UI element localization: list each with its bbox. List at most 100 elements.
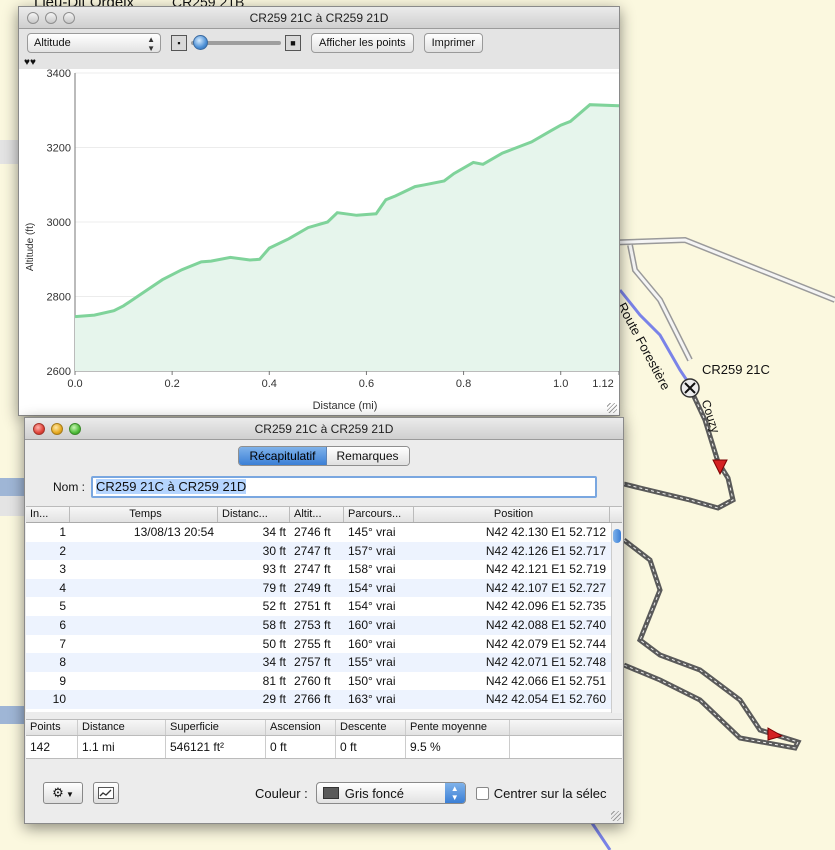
row-position: N42 42.126 E1 52.717 — [485, 543, 606, 558]
row-distance: 50 ft — [262, 636, 286, 651]
name-input-value: CR259 21C à CR259 21D — [96, 479, 247, 494]
center-on-selection-option[interactable]: Centrer sur la sélec — [475, 786, 606, 801]
summary-header-points: Points — [26, 720, 78, 735]
column-header-distance[interactable]: Distanc... — [218, 507, 290, 522]
elevation-profile-window: CR259 21C à CR259 21D Altitude ▲ ▼ ▪ ■ Af… — [18, 6, 620, 416]
tab-summary[interactable]: Récapitulatif — [239, 447, 327, 465]
row-altitude: 2746 ft — [294, 525, 331, 539]
table-row[interactable]: 7 50 ft 2755 ft 160° vrai N42 42.079 E1 52.7… — [26, 635, 622, 654]
table-row[interactable]: 10 29 ft 2766 ft 163° vrai N42 42.054 E1 52.… — [26, 690, 622, 709]
column-header-course[interactable]: Parcours... — [344, 507, 414, 522]
row-index: 5 — [59, 599, 66, 614]
close-icon[interactable] — [33, 423, 45, 435]
map-label-waypoint: CR259 21C — [702, 362, 770, 377]
zoom-icon[interactable] — [63, 12, 75, 24]
row-distance: 81 ft — [262, 673, 286, 688]
summary-value-avg-grade: 9.5 % — [406, 736, 510, 758]
row-altitude: 2757 ft — [294, 655, 331, 670]
summary-values: 142 1.1 mi 546121 ft² 0 ft 0 ft 9.5 % — [26, 736, 622, 758]
bottom-bar: ⚙ ▼ Couleur : Gris foncé ▲ ▼ Centrer sur … — [25, 773, 623, 813]
row-course: 154° vrai — [348, 599, 396, 614]
row-course: 155° vrai — [348, 655, 396, 670]
row-time: 13/08/13 20:54 — [133, 525, 214, 539]
row-altitude: 2751 ft — [294, 599, 331, 614]
zoom-icon[interactable] — [69, 423, 81, 435]
center-on-selection-checkbox[interactable] — [475, 786, 489, 800]
row-position: N42 42.066 E1 52.751 — [485, 673, 606, 688]
x-tick-label: 1.12 — [592, 378, 613, 390]
row-course: 145° vrai — [348, 525, 396, 539]
row-time — [70, 542, 218, 561]
field-select[interactable]: Altitude ▲ ▼ — [27, 33, 161, 53]
column-header-altitude[interactable]: Altit... — [290, 507, 344, 522]
row-time — [70, 579, 218, 598]
summary-table: Points Distance Superficie Ascension Des… — [26, 719, 622, 759]
print-button[interactable]: Imprimer — [423, 33, 484, 53]
summary-value-points: 142 — [26, 736, 78, 758]
tab-notes[interactable]: Remarques — [326, 447, 409, 465]
profile-titlebar[interactable]: CR259 21C à CR259 21D — [19, 7, 619, 29]
zoom-slider-track[interactable] — [191, 35, 281, 50]
elevation-chart-svg: 2600 2800 3000 3200 3400 0.0 0.2 0.4 0.6 0.8 1.0 1.… — [25, 68, 620, 412]
show-points-button[interactable]: Afficher les points — [311, 33, 414, 53]
table-row[interactable]: 5 52 ft 2751 ft 154° vrai N42 42.096 E1 52.7… — [26, 597, 622, 616]
summary-header-area: Superficie — [166, 720, 266, 735]
elevation-chart[interactable]: 2600 2800 3000 3200 3400 0.0 0.2 0.4 0.6 0.8 1.0 1.… — [19, 68, 620, 415]
row-course: 157° vrai — [348, 543, 396, 558]
row-distance: 52 ft — [262, 599, 286, 614]
track-points-table[interactable]: In... Temps Distanc... Altit... Parcours… — [26, 506, 622, 713]
row-course: 163° vrai — [348, 692, 396, 707]
row-position: N42 42.054 E1 52.760 — [485, 692, 606, 707]
x-tick-label: 1.0 — [553, 378, 568, 390]
summary-header-ascent: Ascension — [266, 720, 336, 735]
table-header: In... Temps Distanc... Altit... Parcours… — [26, 507, 622, 523]
column-header-time[interactable]: Temps — [70, 507, 218, 522]
profile-markers[interactable]: ♥♥ — [19, 57, 619, 69]
resize-handle-icon[interactable] — [607, 403, 617, 413]
track-window-title: CR259 21C à CR259 21D — [254, 422, 394, 436]
row-distance: 93 ft — [262, 562, 286, 577]
table-row[interactable]: 2 30 ft 2747 ft 157° vrai N42 42.126 E1 52.7… — [26, 541, 622, 561]
zoom-slider[interactable]: ▪ ■ — [171, 35, 301, 51]
summary-value-area: 546121 ft² — [166, 736, 266, 758]
close-icon[interactable] — [27, 12, 39, 24]
table-row[interactable]: 9 81 ft 2760 ft 150° vrai N42 42.066 E1 52.7… — [26, 672, 622, 691]
row-altitude: 2747 ft — [294, 543, 331, 558]
table-row[interactable]: 6 58 ft 2753 ft 160° vrai N42 42.088 E1 52.7… — [26, 615, 622, 635]
color-label: Couleur : — [255, 785, 308, 801]
scrollbar-thumb[interactable] — [613, 529, 621, 543]
column-header-position[interactable]: Position — [414, 507, 610, 522]
zoom-out-icon[interactable]: ▪ — [171, 35, 187, 51]
track-titlebar[interactable]: CR259 21C à CR259 21D — [25, 418, 623, 440]
minimize-icon[interactable] — [51, 423, 63, 435]
row-course: 154° vrai — [348, 580, 396, 595]
table-row[interactable]: 8 34 ft 2757 ft 155° vrai N42 42.071 E1 52.7… — [26, 653, 622, 672]
column-header-index[interactable]: In... — [26, 507, 70, 522]
gear-menu-button[interactable]: ⚙ ▼ — [43, 782, 83, 804]
zoom-in-icon[interactable]: ■ — [285, 35, 301, 51]
y-tick-label: 2600 — [47, 366, 71, 378]
x-tick-label: 0.0 — [67, 378, 82, 390]
zoom-slider-knob[interactable] — [193, 35, 208, 50]
y-tick-label: 3000 — [47, 217, 71, 229]
row-position: N42 42.088 E1 52.740 — [485, 617, 606, 632]
table-row[interactable]: 1 13/08/13 20:54 34 ft 2746 ft 145° vrai N42 … — [26, 523, 622, 542]
table-row[interactable]: 3 93 ft 2747 ft 158° vrai N42 42.121 E1 52.7… — [26, 560, 622, 579]
row-altitude: 2760 ft — [294, 673, 331, 688]
resize-handle-icon[interactable] — [611, 811, 621, 821]
row-index: 4 — [59, 580, 66, 595]
table-row[interactable]: 4 79 ft 2749 ft 154° vrai N42 42.107 E1 52.7… — [26, 578, 622, 598]
row-time — [70, 672, 218, 691]
minimize-icon[interactable] — [45, 12, 57, 24]
row-index: 8 — [59, 655, 66, 670]
color-select[interactable]: Gris foncé ▲ ▼ — [315, 782, 466, 804]
table-scrollbar[interactable] — [611, 523, 622, 713]
name-input[interactable]: CR259 21C à CR259 21D — [91, 476, 598, 498]
row-time — [70, 597, 218, 616]
row-time — [70, 616, 218, 635]
row-time — [70, 690, 218, 709]
row-altitude: 2753 ft — [294, 617, 331, 632]
color-swatch — [322, 787, 339, 799]
field-select-value: Altitude — [34, 37, 71, 49]
show-profile-button[interactable] — [93, 782, 119, 804]
